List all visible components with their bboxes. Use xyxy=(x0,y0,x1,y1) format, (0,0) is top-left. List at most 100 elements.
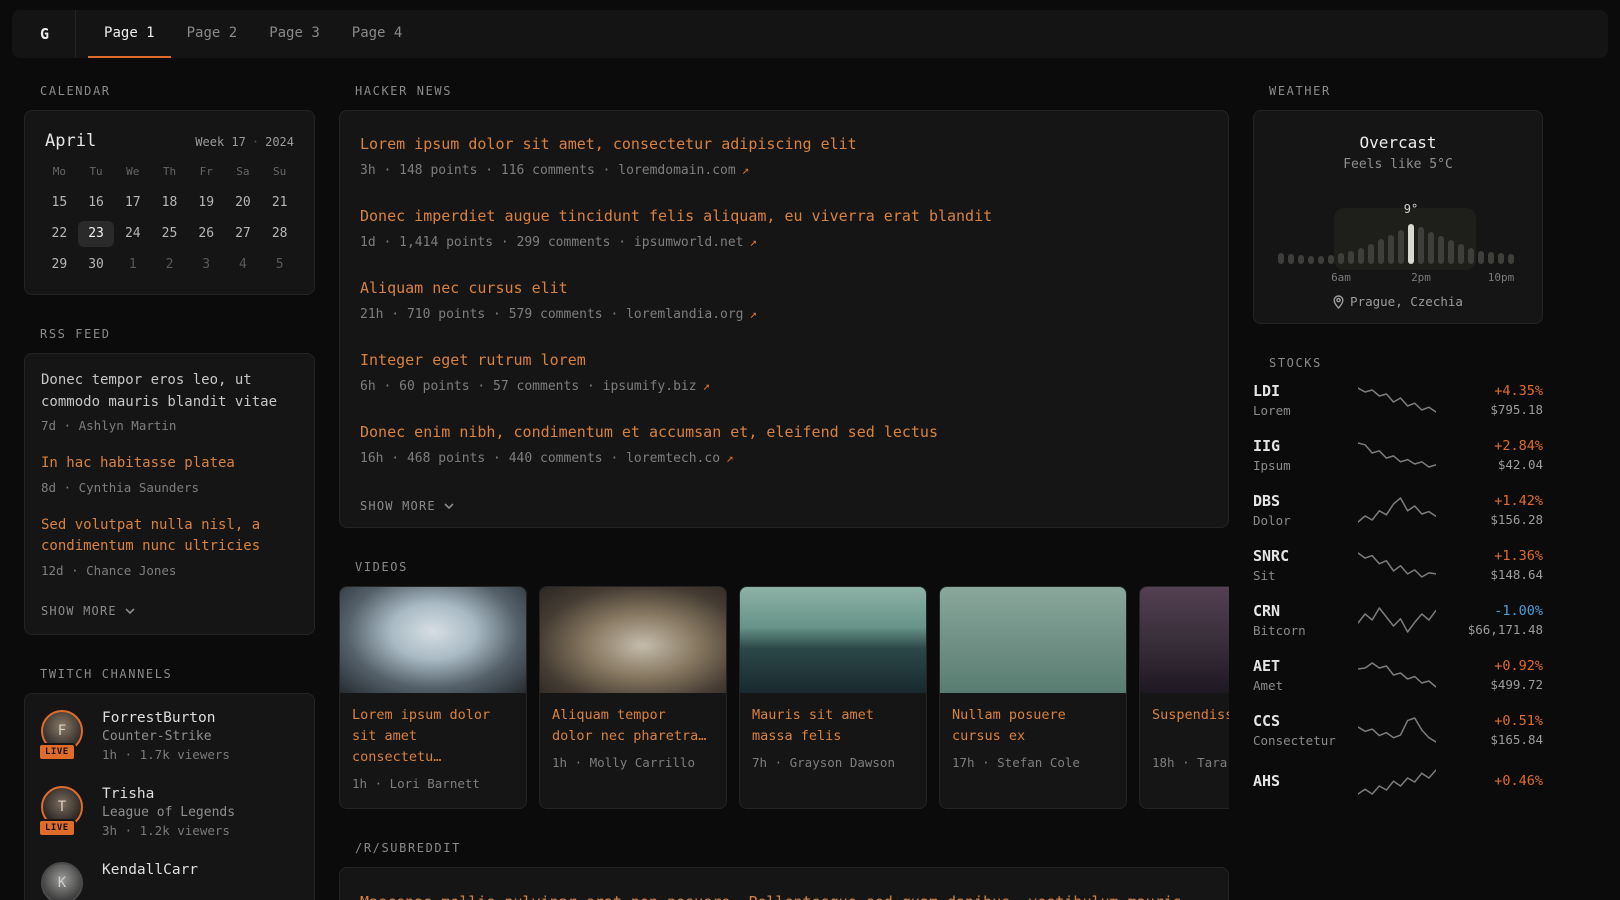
calendar-day: 19 xyxy=(188,190,225,216)
app-logo[interactable]: G xyxy=(40,10,76,58)
stock-id: SNRC Sit xyxy=(1253,547,1347,583)
stock-id: LDI Lorem xyxy=(1253,382,1347,418)
hn-item-title[interactable]: Lorem ipsum dolor sit amet, consectetur … xyxy=(360,135,857,153)
post-title[interactable]: Maecenas mollis pulvinar erat non posuer… xyxy=(360,890,1208,900)
topbar: G Page 1 Page 2 Page 3 Page 4 xyxy=(12,10,1608,58)
stocks-widget: STOCKS LDI Lorem +4.35% $795.18 IIG xyxy=(1253,356,1543,797)
rss-item-title[interactable]: Sed volutpat nulla nisl, a condimentum n… xyxy=(41,515,298,558)
hn-item-meta: 1d · 1,414 points · 299 comments · ipsum… xyxy=(360,233,1208,253)
tab-page-2[interactable]: Page 2 xyxy=(171,10,254,58)
twitch-channel[interactable]: K KendallCarr xyxy=(41,862,298,900)
weather-widget: WEATHER Overcast Feels like 5°C 9° 6am 2… xyxy=(1253,84,1543,324)
video-card: Aliquam tempor dolor nec pharetra… 1h · … xyxy=(539,586,727,809)
video-card: Suspendisse diam 18h · Tara xyxy=(1139,586,1229,809)
rss-item-meta: 8d · Cynthia Saunders xyxy=(41,479,298,498)
stock-values: -1.00% $66,171.48 xyxy=(1447,603,1543,637)
stock-values: +0.46% xyxy=(1447,773,1543,792)
weather-card: Overcast Feels like 5°C 9° 6am 2pm 10pm … xyxy=(1253,110,1543,324)
stock-row[interactable]: LDI Lorem +4.35% $795.18 xyxy=(1253,382,1543,418)
stock-row[interactable]: DBS Dolor +1.42% $156.28 xyxy=(1253,492,1543,528)
channel-category: League of Legends xyxy=(102,805,235,820)
day-header: Mo xyxy=(41,165,78,185)
external-link-icon[interactable]: ↗ xyxy=(726,450,734,465)
hn-item: Integer eget rutrum lorem 6h · 60 points… xyxy=(360,349,1208,396)
stock-price: $499.72 xyxy=(1447,677,1543,692)
twitch-channel[interactable]: F LIVE ForrestBurton Counter-Strike 1h ·… xyxy=(41,710,298,762)
video-title[interactable]: Aliquam tempor dolor nec pharetra… xyxy=(552,705,714,747)
rss-show-more-button[interactable]: SHOW MORE xyxy=(41,598,135,618)
video-title[interactable]: Mauris sit amet massa felis xyxy=(752,705,914,747)
stock-name: Lorem xyxy=(1253,403,1347,418)
chevron-down-icon xyxy=(444,503,454,509)
video-thumbnail[interactable] xyxy=(940,587,1126,693)
live-badge: LIVE xyxy=(38,819,76,837)
video-meta: 18h · Tara xyxy=(1152,754,1229,773)
stock-row[interactable]: CCS Consectetur +0.51% $165.84 xyxy=(1253,712,1543,748)
video-thumbnail[interactable] xyxy=(740,587,926,693)
stock-id: DBS Dolor xyxy=(1253,492,1347,528)
video-thumbnail[interactable] xyxy=(1140,587,1229,693)
day-header: Sa xyxy=(225,165,262,185)
calendar-month-label: April xyxy=(45,131,96,151)
channel-name[interactable]: ForrestBurton xyxy=(102,710,230,726)
rss-item-title[interactable]: Donec tempor eros leo, ut commodo mauris… xyxy=(41,370,298,413)
hn-item-title[interactable]: Aliquam nec cursus elit xyxy=(360,279,568,297)
hn-item-meta: 21h · 710 points · 579 comments · loreml… xyxy=(360,305,1208,325)
time-label-10pm: 10pm xyxy=(1488,271,1515,284)
stock-name: Sit xyxy=(1253,568,1347,583)
video-thumbnail[interactable] xyxy=(340,587,526,693)
video-title[interactable]: Suspendisse diam xyxy=(1152,705,1229,747)
hn-meta-text: 16h · 468 points · 440 comments · loremt… xyxy=(360,451,720,466)
rss-item-title[interactable]: In hac habitasse platea xyxy=(41,453,298,475)
tab-page-3[interactable]: Page 3 xyxy=(253,10,336,58)
subreddit-card: Maecenas mollis pulvinar erat non posuer… xyxy=(339,867,1229,900)
stock-row[interactable]: IIG Ipsum +2.84% $42.04 xyxy=(1253,437,1543,473)
stock-row[interactable]: AET Amet +0.92% $499.72 xyxy=(1253,657,1543,693)
hackernews-card: Lorem ipsum dolor sit amet, consectetur … xyxy=(339,110,1229,528)
hn-item-title[interactable]: Donec enim nibh, condimentum et accumsan… xyxy=(360,423,938,441)
external-link-icon[interactable]: ↗ xyxy=(742,162,750,177)
stock-values: +1.42% $156.28 xyxy=(1447,493,1543,527)
tab-page-1[interactable]: Page 1 xyxy=(88,10,171,58)
tab-page-4[interactable]: Page 4 xyxy=(336,10,419,58)
feels-like-label: Feels like 5°C xyxy=(1270,157,1526,172)
videos-widget: VIDEOS Lorem ipsum dolor sit amet consec… xyxy=(339,560,1229,809)
hn-meta-text: 6h · 60 points · 57 comments · ipsumify.… xyxy=(360,379,697,394)
stock-sparkline xyxy=(1347,440,1447,470)
avatar-wrap: F LIVE xyxy=(41,710,87,752)
stock-sparkline xyxy=(1347,715,1447,745)
calendar-section-title: CALENDAR xyxy=(40,84,315,98)
calendar-week-year: Week 17·2024 xyxy=(195,135,294,149)
stock-id: IIG Ipsum xyxy=(1253,437,1347,473)
twitch-channel[interactable]: T LIVE Trisha League of Legends 3h · 1.2… xyxy=(41,786,298,838)
stocks-section-title: STOCKS xyxy=(1269,356,1543,370)
calendar-day: 26 xyxy=(188,221,225,247)
video-meta: 1h · Molly Carrillo xyxy=(552,754,714,773)
stock-row[interactable]: CRN Bitcorn -1.00% $66,171.48 xyxy=(1253,602,1543,638)
stock-change: +0.51% xyxy=(1447,713,1543,729)
videos-section-title: VIDEOS xyxy=(355,560,1229,574)
hn-item-title[interactable]: Donec imperdiet augue tincidunt felis al… xyxy=(360,207,992,225)
temperature-label: 9° xyxy=(1404,202,1418,216)
stock-row[interactable]: SNRC Sit +1.36% $148.64 xyxy=(1253,547,1543,583)
channel-name[interactable]: KendallCarr xyxy=(102,862,198,878)
hn-item: Donec imperdiet augue tincidunt felis al… xyxy=(360,205,1208,252)
calendar-day-muted: 3 xyxy=(188,252,225,278)
stock-values: +1.36% $148.64 xyxy=(1447,548,1543,582)
external-link-icon[interactable]: ↗ xyxy=(703,378,711,393)
calendar-week-label: Week 17 xyxy=(195,135,246,149)
channel-name[interactable]: Trisha xyxy=(102,786,235,802)
calendar-day-selected: 23 xyxy=(78,221,115,247)
hn-item-title[interactable]: Integer eget rutrum lorem xyxy=(360,351,586,369)
stock-ticker: SNRC xyxy=(1253,547,1347,565)
video-meta: 7h · Grayson Dawson xyxy=(752,754,914,773)
subreddit-post: Maecenas mollis pulvinar erat non posuer… xyxy=(360,890,1208,900)
video-thumbnail[interactable] xyxy=(540,587,726,693)
external-link-icon[interactable]: ↗ xyxy=(750,234,758,249)
hn-show-more-button[interactable]: SHOW MORE xyxy=(360,493,454,513)
video-title[interactable]: Lorem ipsum dolor sit amet consectetu… xyxy=(352,705,514,768)
stock-ticker: DBS xyxy=(1253,492,1347,510)
external-link-icon[interactable]: ↗ xyxy=(750,306,758,321)
video-title[interactable]: Nullam posuere cursus ex xyxy=(952,705,1114,747)
stock-row[interactable]: AHS +0.46% xyxy=(1253,767,1543,797)
